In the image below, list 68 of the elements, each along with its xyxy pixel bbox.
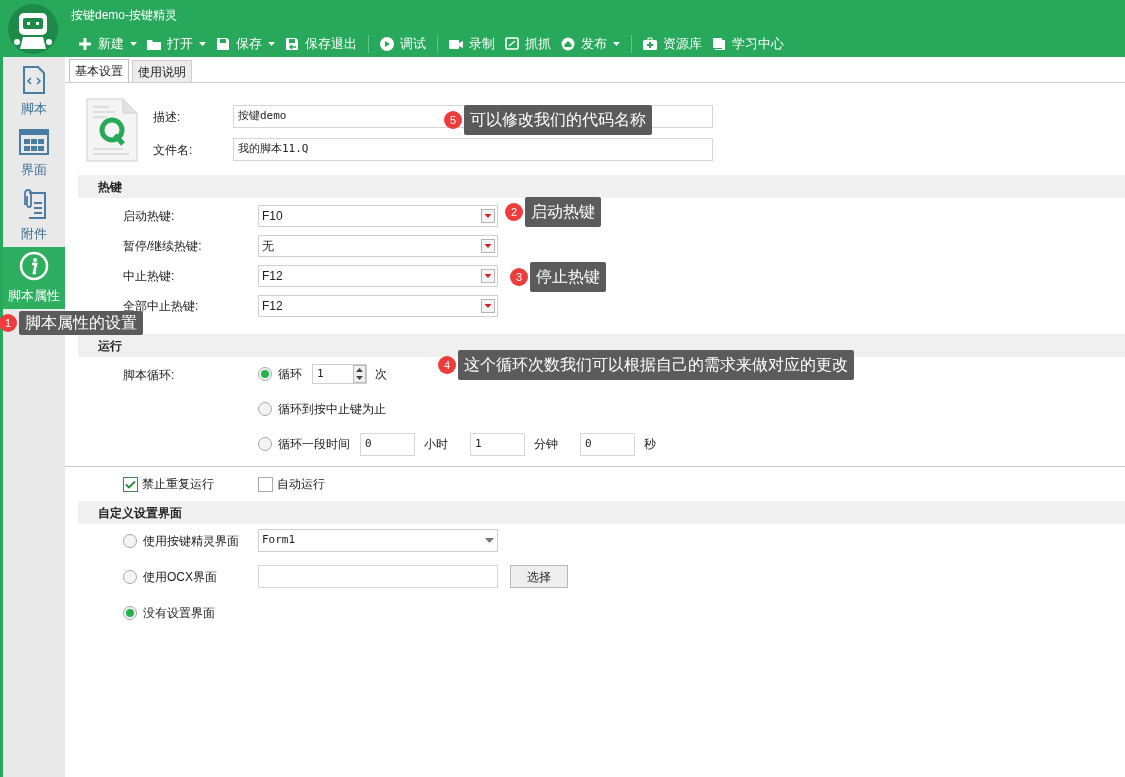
field-label: 中止热键: — [122, 268, 176, 285]
callout-tooltip: 启动热键 — [525, 197, 601, 227]
callout-tooltip: 可以修改我们的代码名称 — [464, 105, 652, 135]
radio-label: 没有设置界面 — [143, 604, 215, 622]
radio-button[interactable] — [123, 569, 137, 584]
field-label: 脚本循环: — [122, 367, 176, 384]
dropdown-field[interactable]: Form1 — [258, 529, 498, 552]
document-code-icon — [22, 65, 46, 94]
dropdown-field[interactable]: 无 — [258, 235, 498, 257]
paperclip-document-icon — [21, 188, 47, 219]
checkbox-label: 自动运行 — [277, 476, 325, 493]
info-icon — [19, 250, 49, 281]
dropdown-field[interactable]: F12 — [258, 265, 498, 287]
checkbox[interactable] — [258, 476, 273, 492]
radio-label: 使用OCX界面 — [143, 568, 217, 586]
unit-label: 秒 — [644, 436, 657, 453]
checkbox-label: 禁止重复运行 — [142, 476, 214, 493]
field-label: 暂停/继续热键: — [122, 238, 203, 255]
unit-label: 次 — [375, 366, 387, 383]
checkmark-icon — [125, 479, 136, 489]
spinner-arrows-icon — [353, 365, 366, 383]
select-button[interactable]: 选择 — [510, 565, 568, 588]
robot-logo-icon — [7, 3, 58, 54]
section-heading: 热键 — [98, 178, 122, 196]
field-label: 描述: — [153, 108, 182, 126]
text-field[interactable]: 我的脚本11.Q — [233, 138, 713, 161]
dropdown-field[interactable]: F12 — [258, 295, 498, 317]
house-circle-icon — [561, 36, 575, 51]
window-title: 按键demo-按键精灵 — [71, 7, 177, 24]
callout-tooltip: 停止热键 — [530, 262, 606, 292]
number-spinner[interactable]: 1 — [312, 364, 367, 384]
radio-button[interactable] — [123, 533, 137, 548]
tab[interactable]: 基本设置 — [69, 59, 129, 82]
sidebar-item[interactable]: 脚本 — [3, 61, 65, 123]
section-heading: 运行 — [98, 337, 122, 355]
tab[interactable]: 使用说明 — [132, 60, 192, 82]
unit-label: 分钟 — [534, 436, 559, 453]
radio-button[interactable] — [258, 437, 272, 451]
radio-label: 循环一段时间 — [278, 436, 350, 453]
play-icon — [380, 36, 394, 51]
radio-button[interactable] — [258, 367, 272, 381]
q-script-file-icon — [85, 97, 139, 163]
sidebar-item[interactable]: 附件 — [3, 185, 65, 247]
radio-label: 循环 — [278, 366, 302, 383]
dropdown-field[interactable]: F10 — [258, 205, 498, 227]
book-icon — [712, 36, 726, 51]
floppy-disk-arrow-icon — [285, 36, 299, 51]
medical-case-icon — [643, 36, 657, 51]
radio-label: 循环到按中止键为止 — [278, 401, 386, 418]
checkbox[interactable] — [123, 476, 138, 492]
field-label: 启动热键: — [122, 208, 176, 225]
screen-pointer-icon — [505, 36, 519, 51]
text-field[interactable]: 0 — [360, 432, 415, 456]
section-heading: 自定义设置界面 — [98, 504, 182, 522]
radio-button[interactable] — [123, 605, 137, 620]
window-grid-icon — [19, 128, 49, 155]
radio-button[interactable] — [258, 402, 272, 416]
text-field[interactable]: 0 — [580, 432, 635, 456]
callout-tooltip: 脚本属性的设置 — [19, 311, 143, 335]
callout-tooltip: 这个循环次数我们可以根据自己的需求来做对应的更改 — [458, 350, 854, 380]
text-field[interactable] — [258, 565, 498, 588]
text-field[interactable]: 1 — [470, 432, 525, 456]
sidebar-item[interactable]: 界面 — [3, 123, 65, 185]
field-label: 文件名: — [153, 141, 194, 159]
plus-icon — [78, 36, 92, 51]
radio-label: 使用按键精灵界面 — [143, 532, 239, 550]
caret-icon — [485, 538, 494, 543]
unit-label: 小时 — [424, 436, 449, 453]
